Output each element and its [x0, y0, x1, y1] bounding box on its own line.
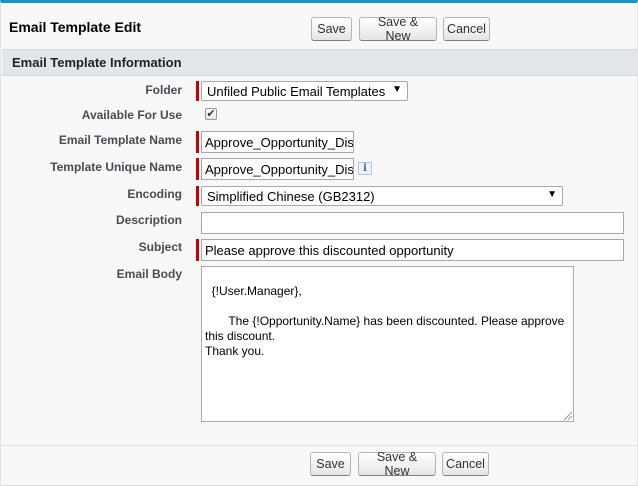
template-name-label: Email Template Name	[58, 133, 182, 147]
required-marker	[196, 158, 199, 180]
description-label: Description	[115, 213, 182, 227]
email-body-textarea[interactable]: {!User.Manager}, The {!Opportunity.Name}…	[201, 266, 574, 422]
encoding-select[interactable]: Simplified Chinese (GB2312) ▼	[201, 186, 563, 206]
subject-input[interactable]: Please approve this discounted opportuni…	[201, 239, 624, 261]
section-title: Email Template Information	[12, 55, 182, 70]
folder-select[interactable]: Unfiled Public Email Templates ▼	[201, 81, 408, 101]
chevron-down-icon: ▼	[547, 189, 557, 200]
cancel-button-bottom[interactable]: Cancel	[442, 452, 489, 476]
section-header: Email Template Information	[2, 49, 638, 76]
cancel-button-top[interactable]: Cancel	[443, 17, 490, 41]
folder-label: Folder	[145, 83, 182, 97]
template-name-input[interactable]: Approve_Opportunity_Disc	[201, 131, 354, 153]
encoding-label: Encoding	[127, 187, 182, 201]
folder-select-value: Unfiled Public Email Templates	[207, 83, 386, 99]
required-marker	[196, 239, 199, 261]
resize-handle-icon[interactable]	[564, 412, 572, 420]
unique-name-label: Template Unique Name	[50, 160, 182, 174]
required-marker	[196, 186, 199, 206]
required-marker	[196, 81, 199, 101]
subject-label: Subject	[138, 240, 182, 254]
unique-name-input[interactable]: Approve_Opportunity_Disc	[201, 158, 354, 180]
required-marker	[196, 131, 199, 153]
page-title: Email Template Edit	[9, 19, 141, 35]
save-new-button-top[interactable]: Save & New	[359, 15, 437, 43]
available-checkbox[interactable]: ✔	[205, 108, 217, 120]
info-icon[interactable]: i	[358, 162, 372, 175]
footer-divider	[1, 445, 637, 446]
save-new-button-bottom[interactable]: Save & New	[358, 450, 436, 478]
email-body-text: {!User.Manager}, The {!Opportunity.Name}…	[205, 284, 565, 358]
encoding-select-value: Simplified Chinese (GB2312)	[207, 188, 375, 204]
save-button-top[interactable]: Save	[311, 17, 352, 41]
chevron-down-icon: ▼	[392, 84, 402, 95]
save-button-bottom[interactable]: Save	[310, 452, 351, 476]
email-body-label: Email Body	[116, 267, 182, 281]
available-label: Available For Use	[81, 108, 182, 122]
description-input[interactable]	[201, 212, 624, 234]
